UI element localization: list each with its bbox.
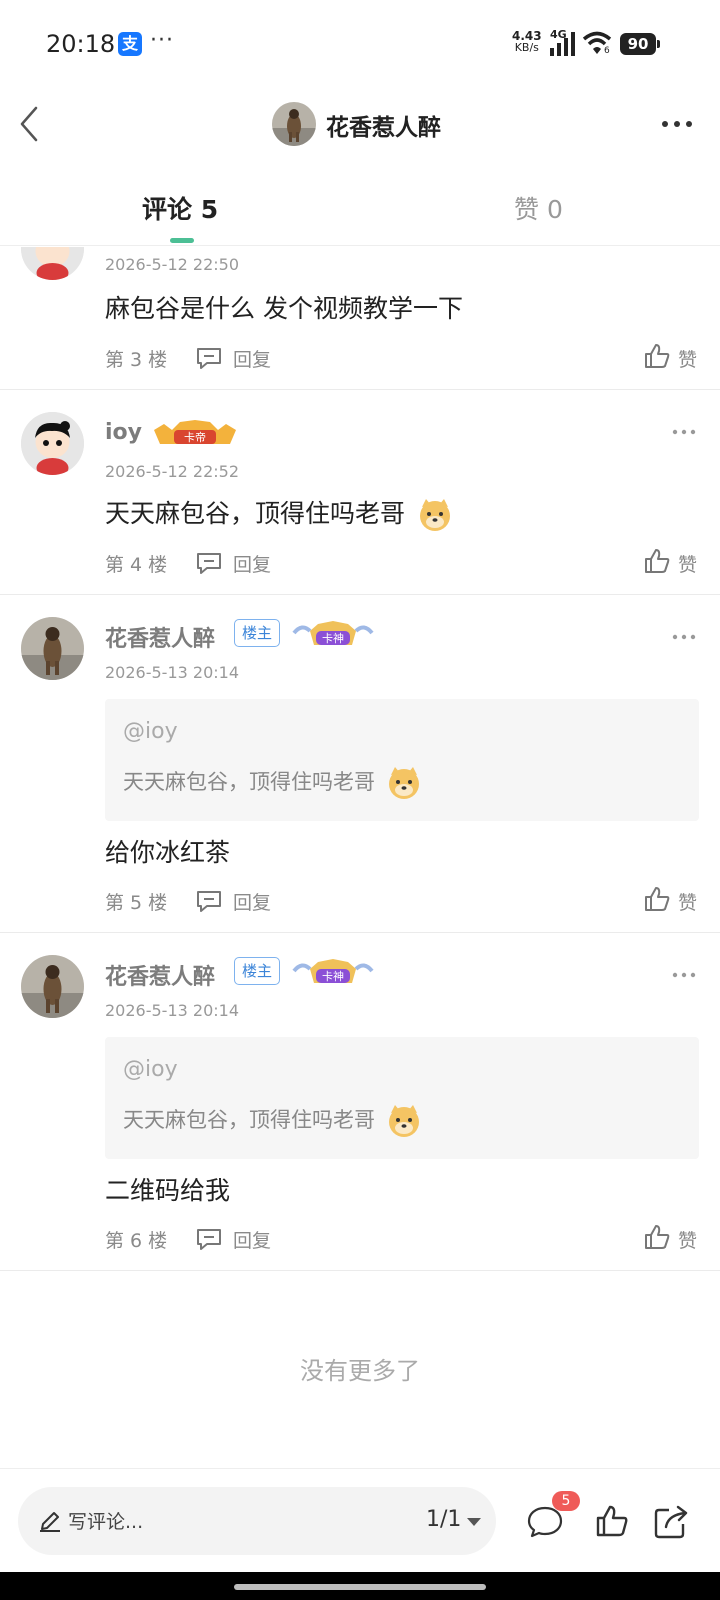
- comment-list[interactable]: 2026-5-12 22:50 麻包谷是什么 发个视频教学一下 第 3 楼 回复…: [0, 247, 720, 1467]
- username[interactable]: 花香惹人醉: [105, 959, 215, 991]
- username[interactable]: 花香惹人醉: [105, 621, 215, 653]
- page-title: 花香惹人醉: [326, 115, 441, 141]
- back-arrow-icon[interactable]: [14, 104, 46, 144]
- reply-button[interactable]: 回复: [233, 550, 271, 577]
- wifi-number: 6: [604, 46, 610, 56]
- floor-label: 第 3 楼: [105, 349, 168, 371]
- cartoon-avatar-icon: [21, 412, 84, 475]
- doge-emoji-icon: [388, 1105, 419, 1137]
- share-icon[interactable]: [652, 1503, 690, 1541]
- comment-item: ioy 卡帝 2026-5-12 22:52 天天麻包谷，顶得住吗老哥 第 4 …: [0, 390, 720, 595]
- like-icon[interactable]: [643, 342, 671, 370]
- user-avatar[interactable]: [21, 412, 84, 475]
- tab-comments[interactable]: 评论 5: [142, 190, 218, 226]
- comment-text: 天天麻包谷，顶得住吗老哥: [105, 499, 406, 528]
- quoted-text-row: 天天麻包谷，顶得住吗老哥: [123, 765, 422, 801]
- comment-time: 2026-5-13 20:14: [105, 1001, 239, 1020]
- comment-time: 2026-5-13 20:14: [105, 663, 239, 682]
- end-of-list-text: 没有更多了: [300, 1357, 420, 1385]
- like-button[interactable]: 赞: [678, 345, 697, 372]
- quoted-comment[interactable]: @ioy 天天麻包谷，顶得住吗老哥: [105, 699, 699, 821]
- like-button[interactable]: 赞: [678, 550, 697, 577]
- top-nav-bar: 花香惹人醉: [0, 88, 720, 160]
- quoted-text-row: 天天麻包谷，顶得住吗老哥: [123, 1103, 422, 1139]
- thumbs-up-icon[interactable]: [594, 1503, 630, 1539]
- notification-more-icon: ···: [150, 28, 174, 53]
- bottom-action-bar: 写评论... 1/1 5: [0, 1468, 720, 1572]
- reply-icon[interactable]: [195, 346, 223, 370]
- comment-more-icon[interactable]: [672, 428, 696, 436]
- crown-badge-text: 卡帝: [184, 430, 206, 444]
- cartoon-avatar-icon: [21, 247, 84, 280]
- tab-likes[interactable]: 赞 0: [514, 190, 563, 226]
- floor-label: 第 5 楼: [105, 892, 168, 914]
- crown-badge-text: 卡神: [322, 969, 344, 983]
- crown-badge-icon: 卡神: [292, 621, 374, 645]
- user-avatar[interactable]: [21, 955, 84, 1018]
- comment-time: 2026-5-12 22:50: [105, 255, 239, 274]
- doge-emoji-icon: [419, 499, 450, 531]
- crown-badge-icon: 卡帝: [154, 420, 236, 444]
- battery-icon: 90: [620, 33, 660, 55]
- username[interactable]: ioy: [105, 420, 142, 445]
- comment-more-icon[interactable]: [672, 633, 696, 641]
- active-tab-indicator: [170, 238, 194, 243]
- quoted-comment[interactable]: @ioy 天天麻包谷，顶得住吗老哥: [105, 1037, 699, 1159]
- status-bar: 20:18 支 ··· 4.43 KB/s 4G 6 90: [0, 0, 720, 88]
- doge-emoji-icon: [388, 767, 419, 799]
- crown-badge-text: 卡神: [322, 631, 344, 645]
- quoted-text: 天天麻包谷，顶得住吗老哥: [123, 770, 375, 794]
- quoted-text: 天天麻包谷，顶得住吗老哥: [123, 1108, 375, 1132]
- reply-button[interactable]: 回复: [233, 1226, 271, 1253]
- reply-icon[interactable]: [195, 889, 223, 913]
- like-icon[interactable]: [643, 1223, 671, 1251]
- signal-icon: [550, 32, 575, 56]
- like-icon[interactable]: [643, 885, 671, 913]
- comment-item: 花香惹人醉 楼主 卡神 2026-5-13 20:14 @ioy 天天麻包谷，顶…: [0, 595, 720, 933]
- quoted-user[interactable]: @ioy: [123, 719, 178, 744]
- reply-button[interactable]: 回复: [233, 345, 271, 372]
- dog-photo-icon: [21, 955, 84, 1018]
- floor-label: 第 6 楼: [105, 1230, 168, 1252]
- author-avatar[interactable]: [272, 102, 316, 146]
- tab-bar: 评论 5 赞 0: [0, 180, 720, 246]
- comment-item: 2026-5-12 22:50 麻包谷是什么 发个视频教学一下 第 3 楼 回复…: [0, 247, 720, 390]
- quoted-user[interactable]: @ioy: [123, 1057, 178, 1082]
- thread-owner-badge: 楼主: [234, 619, 281, 647]
- user-avatar[interactable]: [21, 617, 84, 680]
- comment-count-badge: 5: [552, 1491, 580, 1511]
- comment-text-row: 天天麻包谷，顶得住吗老哥: [105, 494, 453, 533]
- comment-more-icon[interactable]: [672, 971, 696, 979]
- alipay-icon: 支: [118, 32, 142, 56]
- reply-button[interactable]: 回复: [233, 888, 271, 915]
- crown-badge-icon: 卡神: [292, 959, 374, 983]
- status-time: 20:18: [46, 30, 116, 58]
- like-button[interactable]: 赞: [678, 888, 697, 915]
- dog-photo-icon: [21, 617, 84, 680]
- dog-photo-icon: [272, 102, 316, 146]
- comment-text: 二维码给我: [105, 1176, 231, 1205]
- like-button[interactable]: 赞: [678, 1226, 697, 1253]
- comment-item: 花香惹人醉 楼主 卡神 2026-5-13 20:14 @ioy 天天麻包谷，顶…: [0, 933, 720, 1271]
- reply-icon[interactable]: [195, 1227, 223, 1251]
- thread-owner-badge: 楼主: [234, 957, 281, 985]
- write-comment-input[interactable]: 写评论... 1/1: [18, 1487, 496, 1555]
- reply-icon[interactable]: [195, 551, 223, 575]
- home-indicator[interactable]: [234, 1584, 486, 1590]
- comment-time: 2026-5-12 22:52: [105, 462, 239, 481]
- comment-text: 给你冰红茶: [105, 838, 231, 867]
- pencil-icon: [40, 1512, 60, 1532]
- write-comment-placeholder[interactable]: 写评论...: [68, 1507, 143, 1534]
- floor-label: 第 4 楼: [105, 554, 168, 576]
- caret-down-icon[interactable]: [466, 1517, 482, 1527]
- page-indicator[interactable]: 1/1: [426, 1507, 461, 1532]
- more-options-icon[interactable]: [660, 112, 694, 136]
- like-icon[interactable]: [643, 547, 671, 575]
- network-speed: 4.43 KB/s: [512, 30, 542, 54]
- network-speed-unit: KB/s: [514, 41, 539, 54]
- user-avatar[interactable]: [21, 247, 84, 280]
- comment-text: 麻包谷是什么 发个视频教学一下: [105, 294, 463, 323]
